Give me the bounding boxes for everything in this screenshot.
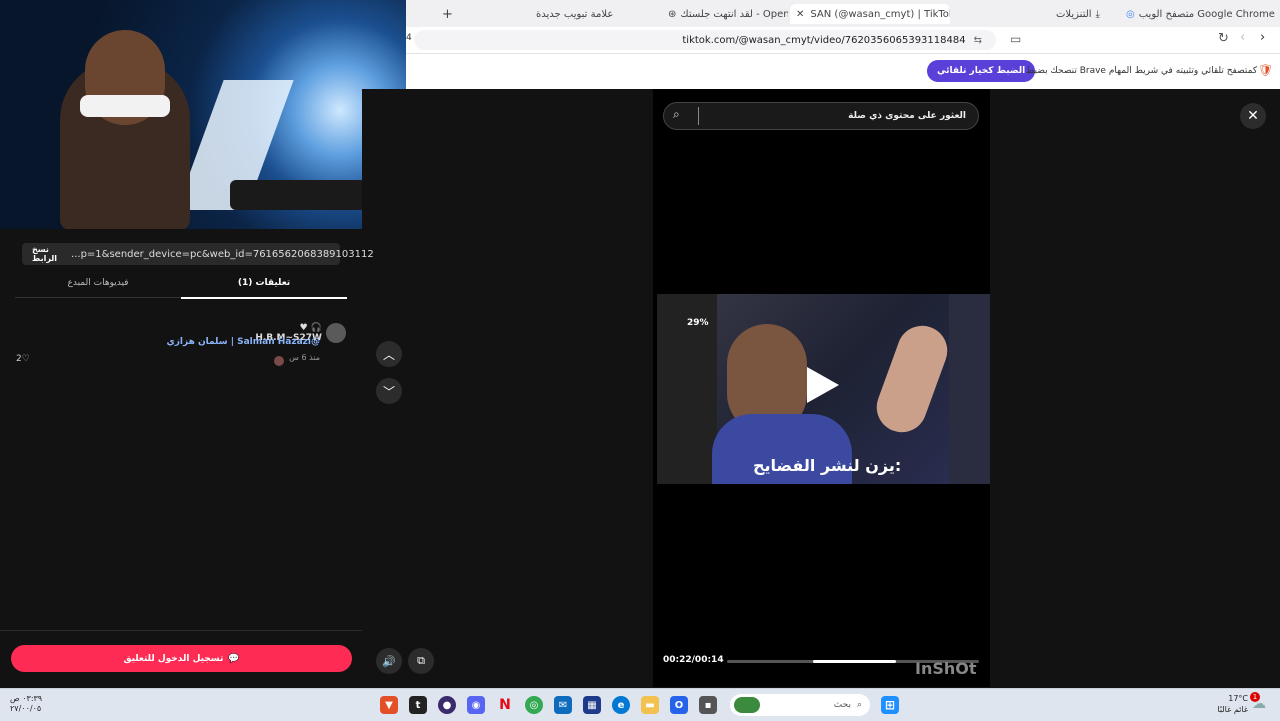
chrome-app-icon[interactable]: ◎ [525, 696, 543, 714]
address-fragment: 4 [406, 33, 412, 43]
volume-button[interactable]: 🔊 [376, 648, 402, 674]
tab-downloads[interactable]: التنزيلات ⤓ [1056, 4, 1124, 24]
default-browser-infobar: الضبط كخيار تلقائي تنصحك بضبط Brave كمتص… [406, 54, 1280, 89]
related-search-input[interactable]: العثور على محتوى ذي صلة [663, 102, 979, 130]
bookmark-icon[interactable]: ▭ [1010, 32, 1021, 46]
explorer-app-icon[interactable]: ▬ [641, 696, 659, 714]
next-video-button[interactable]: ﹀ [376, 378, 402, 404]
avatar[interactable] [326, 323, 346, 343]
openai-icon: ⊛ [668, 8, 677, 20]
app-icon[interactable]: ▪ [699, 696, 717, 714]
set-default-button[interactable]: الضبط كخيار تلقائي [927, 60, 1036, 82]
forward-icon[interactable]: ‹ [1240, 30, 1245, 45]
tab-new[interactable]: علامة تبويب جديدة ⛉ [536, 4, 616, 24]
brave-app-icon[interactable]: ▼ [380, 696, 398, 714]
headphones-icon: 🎧 [310, 323, 322, 333]
chrome-icon: ◎ [1126, 8, 1135, 20]
comment-time: منذ 6 س [289, 353, 320, 362]
outlook-app-icon[interactable]: O [670, 696, 688, 714]
time-display: 00:22/00:14 [663, 655, 724, 665]
share-link-text: ...p=1&sender_device=pc&web_id=761656206… [71, 248, 374, 260]
chevron-up-icon: ︿ [382, 347, 395, 362]
play-icon[interactable] [807, 367, 839, 403]
reload-icon[interactable]: ↻ [1218, 31, 1229, 46]
like-icon: ♡ [21, 354, 30, 364]
screen-side [949, 294, 990, 484]
netflix-app-icon[interactable]: N [496, 696, 514, 714]
prev-video-button[interactable]: ︿ [376, 341, 402, 367]
windows-start-icon[interactable]: ⊞ [881, 696, 899, 714]
divider [0, 630, 362, 631]
copy-link-button[interactable]: نسخ الرابط [32, 245, 57, 263]
browser-tab-bar: ◎ متصفح الويب Google Chrome: إكمال التنز… [406, 0, 1280, 27]
share-link-bar: نسخ الرابط ...p=1&sender_device=pc&web_i… [22, 243, 374, 265]
raised-hand [869, 318, 955, 440]
address-bar: 4 tiktok.com/@wasan_cmyt/video/762035606… [406, 27, 1280, 54]
overlay-percent: 29% [687, 318, 709, 328]
search-separator [698, 107, 699, 125]
store-app-icon[interactable]: ▦ [583, 696, 601, 714]
comment-likes[interactable]: 2♡ [16, 354, 30, 364]
pip-button[interactable]: ⧉ [408, 648, 434, 674]
discord-app-icon[interactable]: ◉ [467, 696, 485, 714]
terminal-app-icon[interactable]: t [409, 696, 427, 714]
progress-fill [812, 660, 896, 663]
video-caption: يزن لنشر الفضايح: [753, 456, 902, 475]
tab-creator-videos[interactable]: فيديوهات المبدع [15, 269, 181, 298]
edge-app-icon[interactable]: e [612, 696, 630, 714]
obs-app-icon[interactable]: ● [438, 696, 456, 714]
close-icon: ✕ [1247, 108, 1259, 124]
chat-icon: 💬 [228, 653, 240, 664]
reaction-avatar [274, 356, 284, 366]
taskbar: ٠٣:٣٩ ص ٢٧/٠٠/٠٥ ▼ t ● ◉ N ◎ ✉ ▦ e ▬ O ▪… [0, 688, 1280, 721]
search-highlight-image [734, 697, 760, 713]
weather-widget[interactable]: 17°C غائم غالبًا [1214, 693, 1248, 715]
tab-openai[interactable]: ⊛ لقد انتهت جلستك - OpenAI [668, 4, 788, 24]
tab-tiktok[interactable]: ✕ SAN (@wasan_cmyt) | TikTok ♪ [790, 4, 950, 24]
infobar-text: تنصحك بضبط Brave كمتصفح تلقائي وتثبيته ف… [1026, 66, 1258, 76]
tune-icon[interactable]: ⇆ [974, 35, 982, 46]
tab-comments[interactable]: تعليقات (1) [181, 269, 347, 299]
close-modal-button[interactable]: ✕ [1240, 103, 1266, 129]
new-tab-button[interactable]: + [442, 4, 454, 24]
url-field[interactable]: tiktok.com/@wasan_cmyt/video/76203560653… [414, 30, 996, 50]
back-icon[interactable]: › [1260, 30, 1265, 45]
search-icon[interactable]: ⌕ [673, 107, 680, 122]
sunglasses [80, 95, 170, 117]
backdrop-top-left [406, 89, 653, 229]
video-frame[interactable]: 29% يزن لنشر الفضايح: [657, 294, 990, 484]
clock[interactable]: ٠٣:٣٩ ص ٢٧/٠٠/٠٥ [10, 694, 42, 714]
mail-app-icon[interactable]: ✉ [554, 696, 572, 714]
webcam-overlay [0, 0, 406, 229]
comment-text[interactable]: سلمان هزازي | Salman Hazazi@ [160, 337, 320, 347]
speaker-icon: 🔊 [382, 654, 396, 668]
notification-badge: 1 [1250, 692, 1260, 702]
download-icon: ⤓ [1095, 8, 1100, 20]
close-icon[interactable]: ✕ [796, 9, 804, 20]
search-icon: ⌕ [856, 700, 862, 710]
comments-panel: نسخ الرابط ...p=1&sender_device=pc&web_i… [0, 229, 374, 687]
login-to-comment-button[interactable]: تسجيل الدخول للتعليق 💬 [11, 645, 352, 672]
heart-icon: ♥ [299, 323, 308, 333]
tab-chrome[interactable]: ◎ متصفح الويب Google Chrome: إكمال [1126, 4, 1276, 24]
brave-icon: 🛡 [1258, 63, 1274, 77]
pip-icon: ⧉ [417, 654, 425, 667]
inshot-watermark: InShOt [915, 659, 977, 678]
video-player: العثور على محتوى ذي صلة ⌕ 29% يزن لنشر ا… [653, 89, 990, 687]
chevron-down-icon: ﹀ [382, 384, 395, 399]
